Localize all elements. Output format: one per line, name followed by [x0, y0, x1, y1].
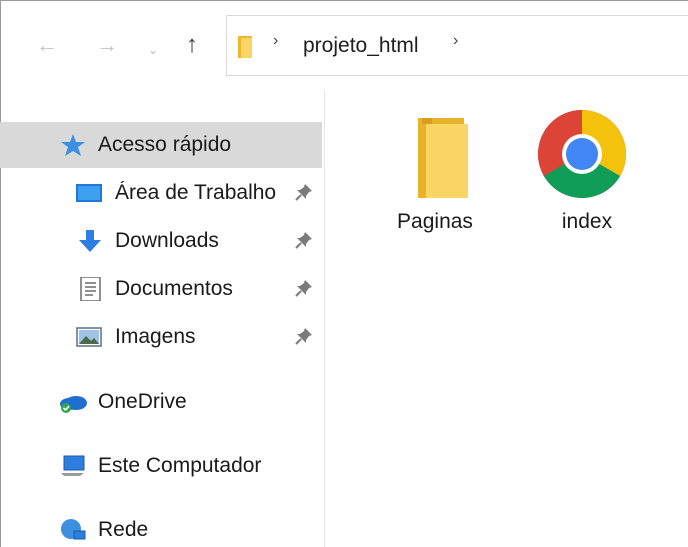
sidebar-item-label: Este Computador: [98, 454, 262, 477]
back-arrow-icon[interactable]: ←: [36, 30, 58, 60]
pin-icon[interactable]: [294, 230, 314, 250]
navigation-bar: ← → ⌄ ↑ › projeto_html ›: [0, 0, 688, 90]
sidebar-item-imagens[interactable]: Imagens: [0, 314, 322, 360]
breadcrumb-chevron-icon[interactable]: ›: [273, 32, 278, 50]
sidebar-item-area-de-trabalho[interactable]: Área de Trabalho: [0, 170, 322, 216]
pin-icon[interactable]: [294, 326, 314, 346]
desktop-icon: [76, 184, 102, 202]
sidebar-item-label: Downloads: [115, 229, 219, 252]
pin-icon[interactable]: [294, 182, 314, 202]
sidebar-item-documentos[interactable]: Documentos: [0, 266, 322, 312]
file-item-index[interactable]: index: [532, 108, 642, 233]
file-name: Paginas: [397, 210, 473, 233]
sidebar-item-acesso-rapido[interactable]: Acesso rápido: [0, 122, 322, 168]
pin-icon[interactable]: [294, 278, 314, 298]
sidebar-item-label: Área de Trabalho: [115, 181, 277, 204]
onedrive-cloud-icon: [60, 396, 87, 413]
sidebar-item-label: Acesso rápido: [98, 133, 232, 156]
sidebar-item-este-computador[interactable]: Este Computador: [0, 443, 322, 489]
sidebar-item-label: Rede: [98, 518, 149, 541]
sidebar-item-downloads[interactable]: Downloads: [0, 218, 322, 264]
breadcrumb-projeto-html[interactable]: projeto_html: [303, 34, 419, 58]
network-icon: [61, 519, 86, 540]
sidebar-item-label: Imagens: [115, 325, 196, 348]
file-list: Paginas index: [326, 90, 688, 547]
navigation-pane: Acesso rápido Área de Trabalho Downloads: [0, 90, 325, 547]
chrome-icon: [538, 110, 626, 198]
folder-icon: [418, 118, 468, 198]
sidebar-item-onedrive[interactable]: OneDrive: [0, 379, 322, 425]
picture-icon: [76, 327, 102, 347]
sidebar-item-label: Documentos: [115, 277, 233, 300]
breadcrumb-chevron-icon[interactable]: ›: [453, 32, 458, 50]
file-item-paginas[interactable]: Paginas: [380, 108, 490, 233]
forward-arrow-icon[interactable]: →: [96, 30, 118, 60]
up-arrow-icon[interactable]: ↑: [186, 30, 198, 60]
recent-locations-chevron-icon[interactable]: ⌄: [148, 35, 158, 65]
document-icon: [80, 277, 101, 301]
file-name: index: [561, 210, 613, 233]
computer-icon: [61, 455, 85, 476]
folder-icon: [238, 36, 252, 58]
download-arrow-icon: [79, 230, 101, 252]
sidebar-item-label: OneDrive: [98, 390, 187, 413]
star-icon: [61, 134, 85, 156]
address-bar[interactable]: › projeto_html ›: [226, 15, 688, 76]
sidebar-item-rede[interactable]: Rede: [0, 507, 322, 547]
